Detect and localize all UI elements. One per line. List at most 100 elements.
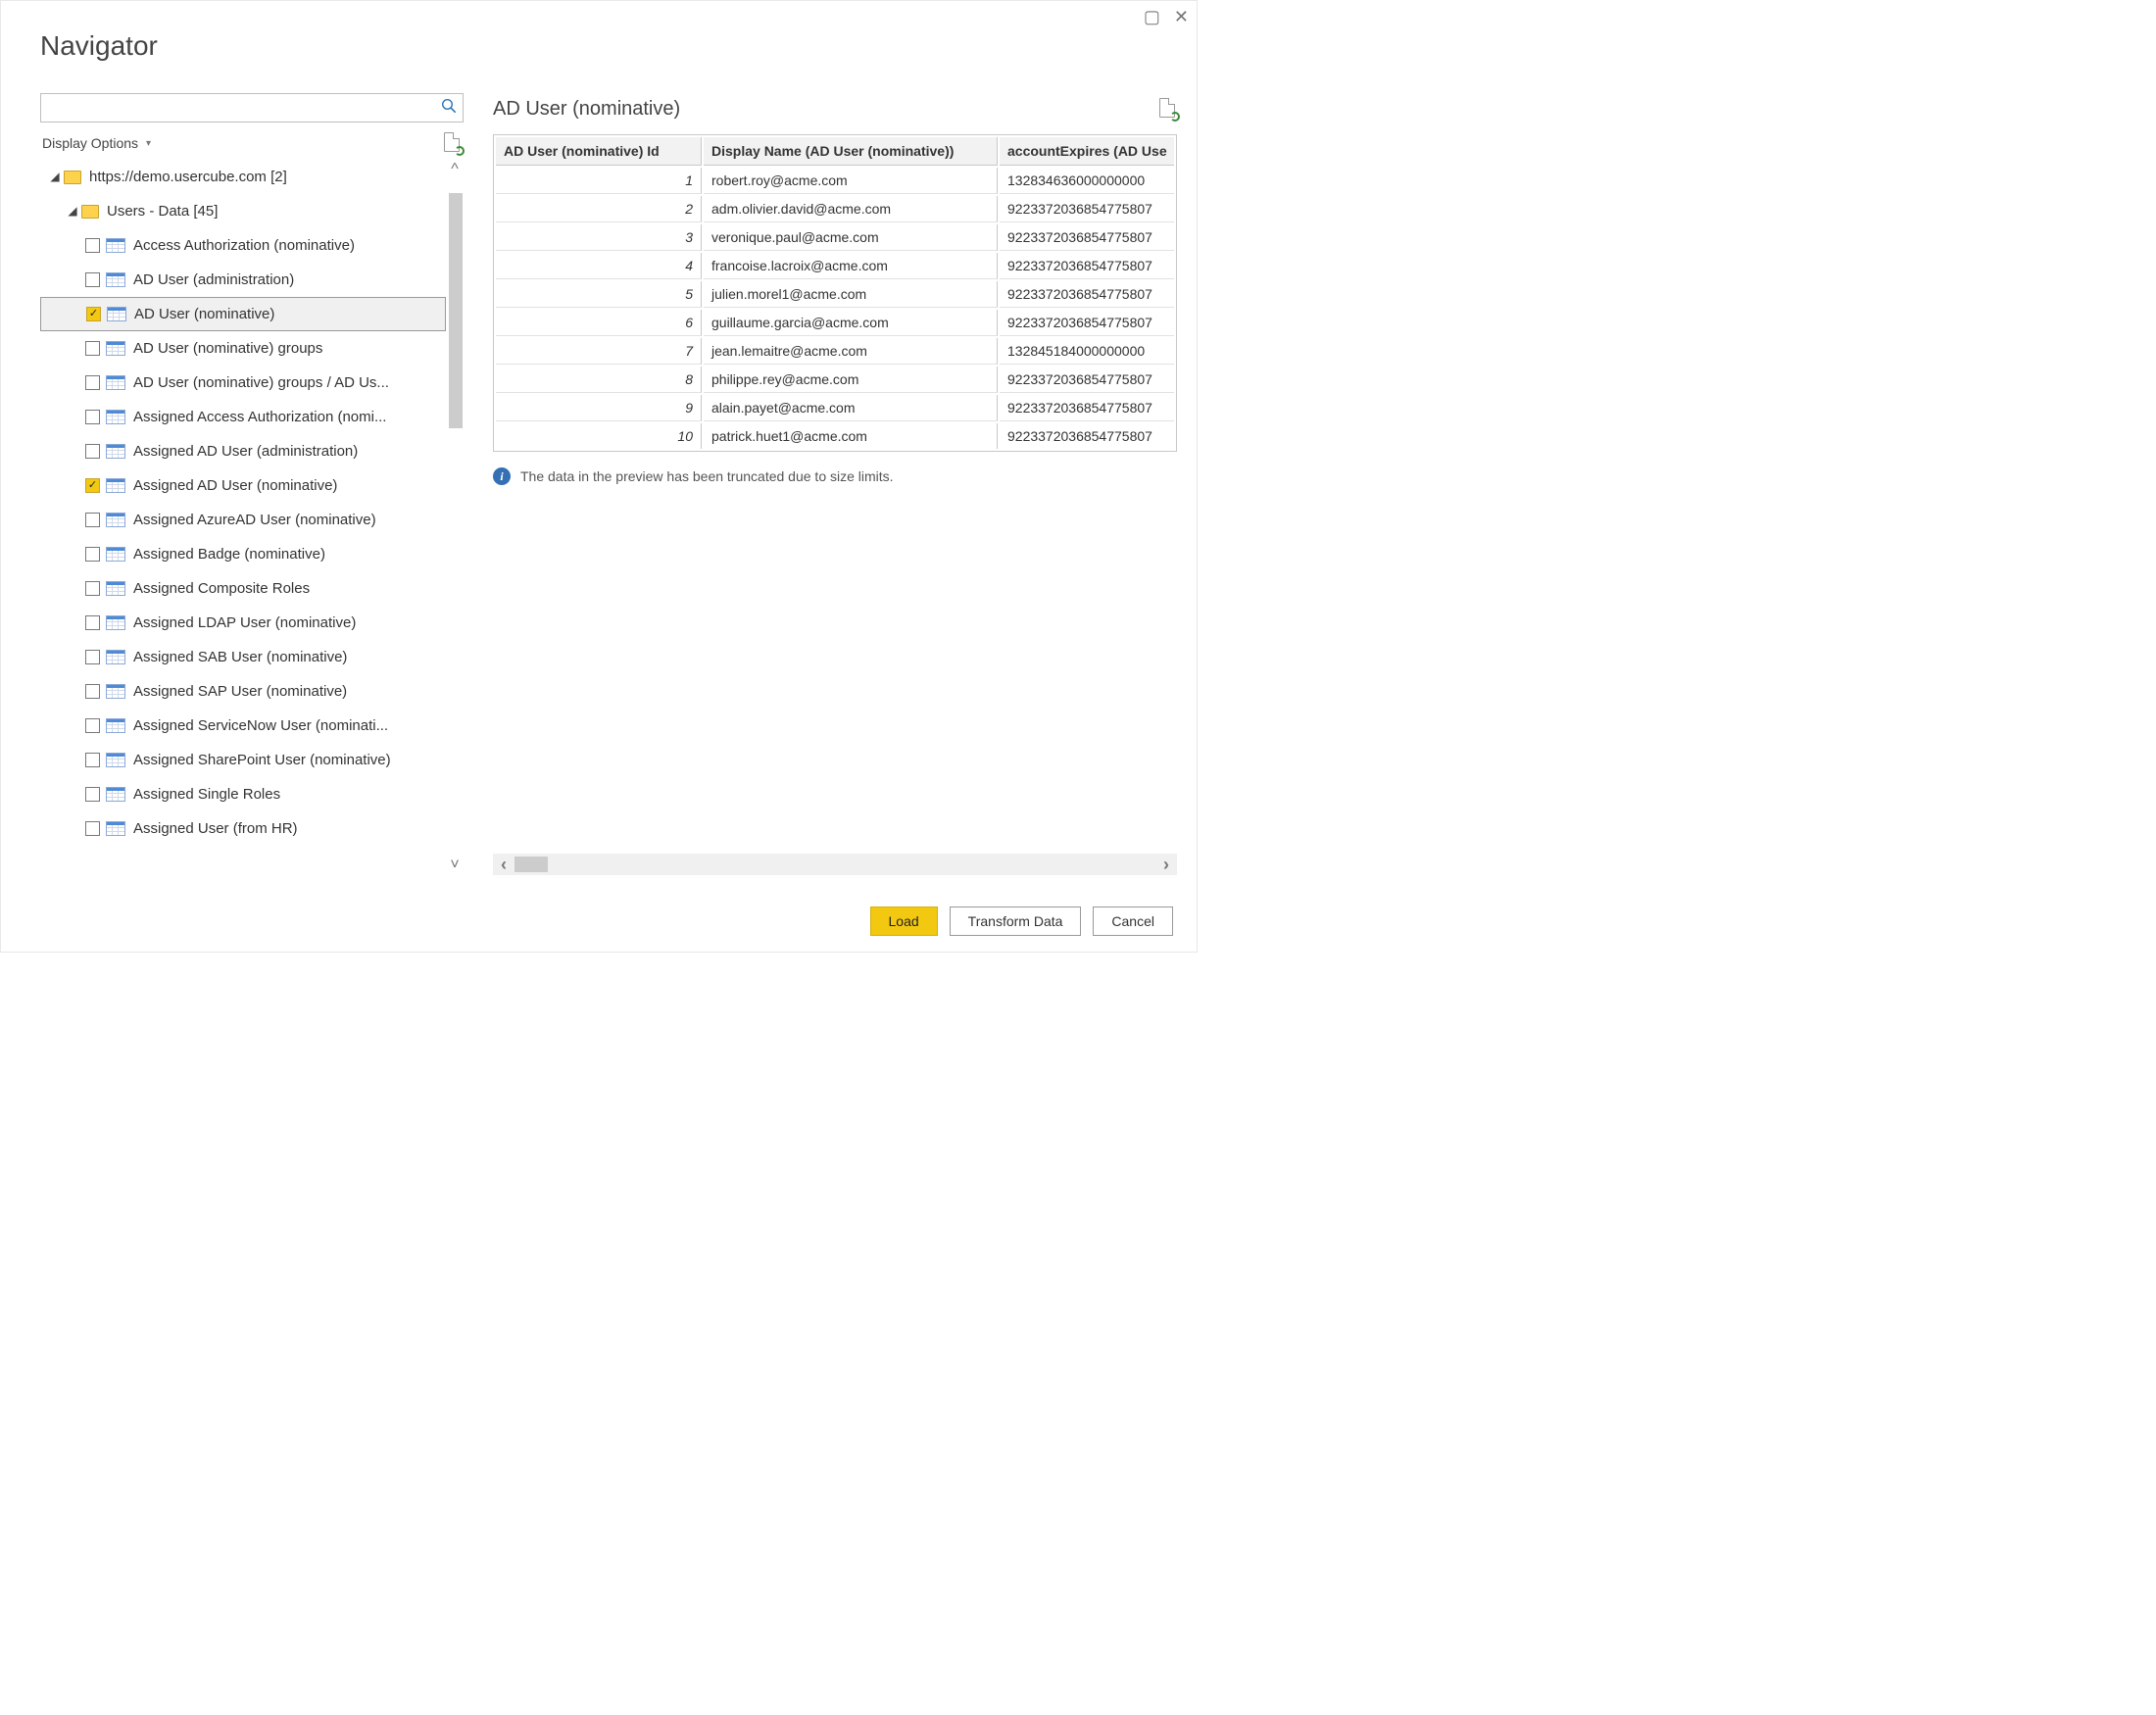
- tree-item[interactable]: Assigned User (from HR): [40, 811, 446, 846]
- tree-checkbox[interactable]: [85, 650, 100, 664]
- col-header[interactable]: Display Name (AD User (nominative)): [704, 137, 998, 166]
- table-row[interactable]: 7jean.lemaitre@acme.com13284518400000000…: [496, 338, 1174, 365]
- refresh-view-icon[interactable]: [444, 132, 462, 154]
- tree-checkbox[interactable]: [85, 513, 100, 527]
- info-text: The data in the preview has been truncat…: [520, 468, 894, 484]
- tree-item[interactable]: Access Authorization (nominative): [40, 228, 446, 263]
- tree-item[interactable]: Assigned ServiceNow User (nominati...: [40, 709, 446, 743]
- table-row[interactable]: 8philippe.rey@acme.com922337203685477580…: [496, 367, 1174, 393]
- preview-table[interactable]: AD User (nominative) Id Display Name (AD…: [493, 134, 1177, 452]
- collapse-icon[interactable]: ◢: [66, 204, 79, 218]
- tree-item[interactable]: Assigned Composite Roles: [40, 571, 446, 606]
- scroll-thumb[interactable]: [449, 193, 463, 428]
- table-row[interactable]: 3veronique.paul@acme.com9223372036854775…: [496, 224, 1174, 251]
- tree-root[interactable]: ◢https://demo.usercube.com [2]: [40, 160, 446, 194]
- table-row[interactable]: 4francoise.lacroix@acme.com9223372036854…: [496, 253, 1174, 279]
- cell-display-name: francoise.lacroix@acme.com: [704, 253, 998, 279]
- h-scroll-thumb[interactable]: [514, 857, 548, 872]
- tree-checkbox[interactable]: [85, 238, 100, 253]
- tree-item[interactable]: AD User (nominative) groups / AD Us...: [40, 366, 446, 400]
- maximize-icon[interactable]: ▢: [1144, 7, 1160, 27]
- tree-item[interactable]: Assigned LDAP User (nominative): [40, 606, 446, 640]
- cancel-button[interactable]: Cancel: [1093, 906, 1173, 936]
- tree-checkbox[interactable]: [85, 547, 100, 562]
- tree-checkbox[interactable]: [85, 684, 100, 699]
- tree-checkbox[interactable]: ✓: [85, 478, 100, 493]
- table-row[interactable]: 5julien.morel1@acme.com92233720368547758…: [496, 281, 1174, 308]
- scroll-left-icon[interactable]: ‹: [493, 856, 514, 873]
- tree-item[interactable]: Assigned SAP User (nominative): [40, 674, 446, 709]
- tree-item[interactable]: Assigned AzureAD User (nominative): [40, 503, 446, 537]
- transform-data-button[interactable]: Transform Data: [950, 906, 1082, 936]
- tree-checkbox[interactable]: [85, 341, 100, 356]
- cell-id: 4: [496, 253, 702, 279]
- scroll-down-icon[interactable]: ˅: [450, 856, 459, 875]
- cell-account-expires: 132845184000000000: [1000, 338, 1174, 365]
- navigator-tree[interactable]: ◢https://demo.usercube.com [2]◢Users - D…: [40, 160, 446, 875]
- table-icon: [106, 272, 125, 287]
- col-header[interactable]: AD User (nominative) Id: [496, 137, 702, 166]
- tree-group[interactable]: ◢Users - Data [45]: [40, 194, 446, 228]
- scroll-track[interactable]: [447, 179, 463, 856]
- cell-id: 10: [496, 423, 702, 449]
- scroll-right-icon[interactable]: ›: [1155, 856, 1177, 873]
- cell-display-name: adm.olivier.david@acme.com: [704, 196, 998, 222]
- tree-scrollbar[interactable]: ^ ˅: [446, 160, 464, 875]
- table-row[interactable]: 6guillaume.garcia@acme.com92233720368547…: [496, 310, 1174, 336]
- node-label: Assigned AD User (administration): [133, 443, 358, 460]
- tree-item[interactable]: AD User (nominative) groups: [40, 331, 446, 366]
- display-options-dropdown[interactable]: Display Options ▾: [42, 135, 151, 151]
- refresh-preview-icon[interactable]: [1159, 98, 1177, 120]
- table-icon: [106, 684, 125, 699]
- node-label: Assigned LDAP User (nominative): [133, 614, 356, 631]
- table-icon: [106, 238, 125, 253]
- tree-item[interactable]: Assigned AD User (administration): [40, 434, 446, 468]
- search-icon[interactable]: [441, 98, 457, 119]
- cell-account-expires: 9223372036854775807: [1000, 224, 1174, 251]
- node-label: Assigned SAP User (nominative): [133, 683, 347, 700]
- tree-checkbox[interactable]: [85, 615, 100, 630]
- table-icon: [106, 341, 125, 356]
- preview-title: AD User (nominative): [493, 98, 680, 121]
- table-row[interactable]: 9alain.payet@acme.com9223372036854775807: [496, 395, 1174, 421]
- node-label: AD User (nominative) groups: [133, 340, 322, 357]
- tree-checkbox[interactable]: [85, 581, 100, 596]
- tree-item[interactable]: Assigned Single Roles: [40, 777, 446, 811]
- tree-checkbox[interactable]: [85, 375, 100, 390]
- table-row[interactable]: 2adm.olivier.david@acme.com9223372036854…: [496, 196, 1174, 222]
- node-label: Assigned User (from HR): [133, 820, 298, 837]
- scroll-up-icon[interactable]: ^: [451, 160, 459, 179]
- cell-id: 7: [496, 338, 702, 365]
- tree-checkbox[interactable]: [85, 753, 100, 767]
- tree-checkbox[interactable]: [85, 272, 100, 287]
- cell-display-name: guillaume.garcia@acme.com: [704, 310, 998, 336]
- tree-item[interactable]: Assigned SharePoint User (nominative): [40, 743, 446, 777]
- tree-item[interactable]: ✓Assigned AD User (nominative): [40, 468, 446, 503]
- tree-checkbox[interactable]: ✓: [86, 307, 101, 321]
- search-input[interactable]: [49, 96, 437, 120]
- close-icon[interactable]: ✕: [1174, 7, 1189, 27]
- table-icon: [106, 581, 125, 596]
- load-button[interactable]: Load: [870, 906, 938, 936]
- tree-item[interactable]: Assigned Badge (nominative): [40, 537, 446, 571]
- table-icon: [106, 650, 125, 664]
- table-icon: [106, 821, 125, 836]
- col-header[interactable]: accountExpires (AD Use: [1000, 137, 1174, 166]
- table-row[interactable]: 10patrick.huet1@acme.com9223372036854775…: [496, 423, 1174, 449]
- tree-item[interactable]: AD User (administration): [40, 263, 446, 297]
- table-row[interactable]: 1robert.roy@acme.com132834636000000000: [496, 168, 1174, 194]
- collapse-icon[interactable]: ◢: [48, 170, 62, 183]
- preview-h-scrollbar[interactable]: ‹ ›: [493, 854, 1177, 875]
- tree-item[interactable]: Assigned Access Authorization (nomi...: [40, 400, 446, 434]
- tree-item[interactable]: Assigned SAB User (nominative): [40, 640, 446, 674]
- tree-checkbox[interactable]: [85, 787, 100, 802]
- tree-item[interactable]: ✓AD User (nominative): [40, 297, 446, 331]
- h-scroll-track[interactable]: [514, 857, 1155, 872]
- search-box[interactable]: [40, 93, 464, 122]
- cell-id: 3: [496, 224, 702, 251]
- cell-display-name: robert.roy@acme.com: [704, 168, 998, 194]
- tree-checkbox[interactable]: [85, 821, 100, 836]
- tree-checkbox[interactable]: [85, 444, 100, 459]
- tree-checkbox[interactable]: [85, 718, 100, 733]
- tree-checkbox[interactable]: [85, 410, 100, 424]
